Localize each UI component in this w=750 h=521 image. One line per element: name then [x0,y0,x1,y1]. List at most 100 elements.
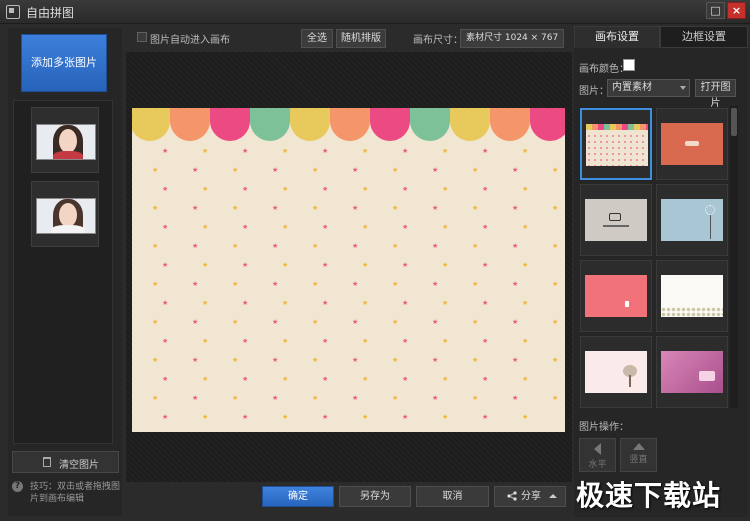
star-decoration: ★ [242,185,249,193]
star-decoration: ★ [472,394,479,402]
star-decoration: ★ [482,223,489,231]
star-decoration: ★ [402,299,409,307]
open-image-button[interactable]: 打开图片 [695,79,736,109]
image-thumbnail-list[interactable] [13,100,113,444]
auto-add-label: 图片自动进入画布 [150,35,230,46]
star-decoration: ★ [152,394,159,402]
star-decoration: ★ [552,394,559,402]
star-decoration: ★ [232,166,239,174]
star-decoration: ★ [312,356,319,364]
gallery-scrollbar[interactable] [730,106,738,408]
star-decoration: ★ [392,166,399,174]
star-decoration: ★ [282,337,289,345]
white-flowers-preview [661,275,723,317]
share-button[interactable]: 分享 [494,486,566,507]
star-decoration: ★ [512,242,519,250]
background-option-3[interactable] [580,184,652,256]
star-decoration: ★ [322,261,329,269]
star-decoration: ★ [522,261,529,269]
star-decoration: ★ [232,318,239,326]
star-decoration: ★ [152,204,159,212]
star-decoration: ★ [202,223,209,231]
flip-horizontal-button[interactable]: 水平 [579,438,616,472]
star-decoration: ★ [432,356,439,364]
star-decoration: ★ [152,280,159,288]
star-decoration: ★ [482,413,489,421]
star-decoration: ★ [472,280,479,288]
image-source-select[interactable]: 内置素材 [607,79,690,97]
star-decoration: ★ [472,318,479,326]
background-option-5[interactable] [580,260,652,332]
background-gallery[interactable] [580,106,728,408]
star-decoration: ★ [442,261,449,269]
star-decoration: ★ [512,356,519,364]
tip-label: 技巧：双击或者拖拽图片到画布编辑 [30,482,121,504]
star-decoration: ★ [322,375,329,383]
star-decoration: ★ [152,166,159,174]
star-decoration: ★ [402,413,409,421]
canvas-color-swatch[interactable] [623,59,635,71]
star-decoration: ★ [522,375,529,383]
flip-vertical-icon [632,443,645,450]
add-images-button[interactable]: 添加多张图片 [21,34,107,92]
save-as-button[interactable]: 另存为 [339,486,411,507]
star-decoration: ★ [282,299,289,307]
cancel-button[interactable]: 取消 [416,486,489,507]
star-decoration: ★ [272,204,279,212]
background-option-1[interactable] [580,108,652,180]
gallery-scrollbar-thumb[interactable] [731,108,737,136]
light-pink-tree-preview [585,351,647,393]
star-decoration: ★ [322,413,329,421]
star-decoration: ★ [442,223,449,231]
star-decoration: ★ [482,147,489,155]
star-decoration: ★ [392,318,399,326]
canvas-size-select[interactable]: 素材尺寸 1024 × 767 [460,29,564,48]
star-decoration: ★ [472,356,479,364]
image-thumbnail-1[interactable] [31,107,99,173]
star-decoration: ★ [322,299,329,307]
close-button[interactable]: × [727,2,746,19]
star-decoration: ★ [352,242,359,250]
star-decoration: ★ [282,147,289,155]
flip-vertical-button[interactable]: 竖直 [620,438,657,472]
maximize-button[interactable]: □ [706,2,725,19]
background-option-6[interactable] [656,260,728,332]
star-decoration: ★ [512,280,519,288]
star-decoration: ★ [242,337,249,345]
confirm-button[interactable]: 确定 [262,486,334,507]
collage-canvas[interactable]: ★ ★ ★ ★ ★ ★ ★ ★ ★ ★ ★ ★ ★ ★ ★ ★ ★ ★ ★ ★ ★ ★ ★ ★ ★ ★ ★ ★ ★ ★ ★ ★ ★ ★ ★ ★ ★ ★ ★ ★… [132,108,565,432]
auto-add-checkbox[interactable] [137,32,147,42]
select-all-button[interactable]: 全选 [301,29,333,48]
random-layout-button[interactable]: 随机排版 [336,29,386,48]
star-decoration: ★ [432,318,439,326]
tab-canvas-settings[interactable]: 画布设置 [574,26,660,48]
star-decoration: ★ [192,204,199,212]
canvas-size-label: 画布尺寸： [413,35,463,46]
star-decoration: ★ [362,299,369,307]
star-decoration: ★ [242,261,249,269]
clear-images-button[interactable]: 清空图片 [12,451,119,473]
background-option-4[interactable] [656,184,728,256]
star-decoration: ★ [522,185,529,193]
star-decoration: ★ [362,261,369,269]
star-decoration: ★ [272,280,279,288]
star-decoration: ★ [162,185,169,193]
background-option-7[interactable] [580,336,652,408]
action-bar: 确定 另存为 取消 分享 [126,483,572,517]
star-decoration: ★ [192,280,199,288]
image-thumbnail-2[interactable] [31,181,99,247]
background-option-8[interactable] [656,336,728,408]
star-decoration: ★ [282,375,289,383]
star-decoration: ★ [282,413,289,421]
star-decoration: ★ [442,337,449,345]
dandelion-preview [661,199,723,241]
star-decoration: ★ [432,242,439,250]
star-decoration: ★ [512,394,519,402]
star-decoration: ★ [552,166,559,174]
background-option-2[interactable] [656,108,728,180]
tab-border-settings[interactable]: 边框设置 [660,26,748,48]
star-decoration: ★ [352,280,359,288]
star-decoration: ★ [312,280,319,288]
help-icon: ? [12,481,23,492]
star-decoration: ★ [312,166,319,174]
